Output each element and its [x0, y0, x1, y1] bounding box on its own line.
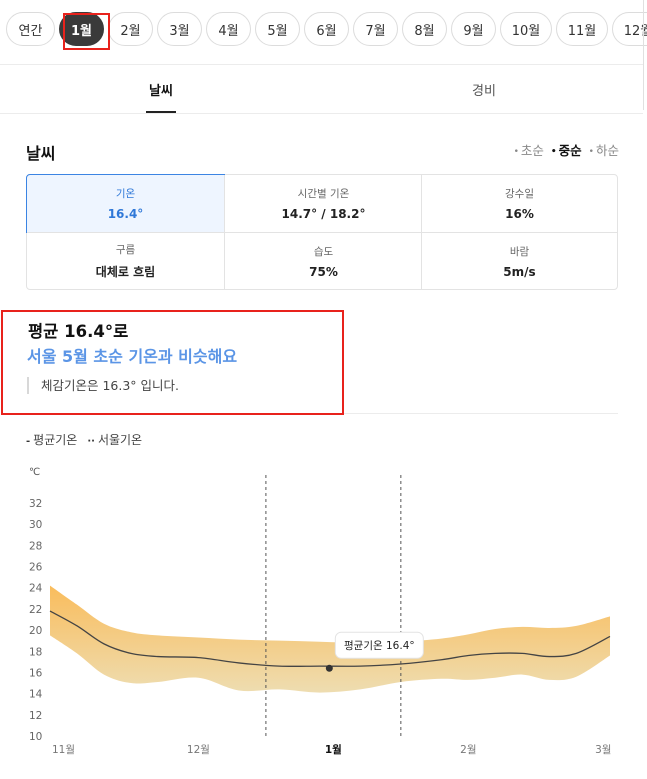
- stat-temp-value: 16.4°: [107, 207, 144, 221]
- summary-title: 평균 16.4°로: [28, 322, 129, 341]
- y-tick-label: 30: [29, 519, 42, 531]
- month-pill-4[interactable]: 4월: [206, 12, 251, 46]
- month-pill-3[interactable]: 3월: [157, 12, 202, 46]
- period-late[interactable]: • 하순: [589, 140, 619, 159]
- period-selector: • 초순 • 중순 • 하순: [514, 140, 619, 159]
- stat-hourly-label: 시간별 기온: [297, 188, 350, 200]
- month-pill-12[interactable]: 12월: [612, 12, 647, 46]
- bullet-icon: •: [550, 146, 557, 157]
- section-divider: [344, 413, 618, 414]
- y-tick-label: 18: [29, 646, 42, 658]
- feels-like-text: 체감기온은 16.3° 입니다.: [27, 377, 179, 394]
- stat-wind[interactable]: 바람 5m/s: [422, 233, 617, 289]
- y-tick-label: 14: [29, 689, 43, 701]
- tooltip-text: 평균기온 16.4°: [344, 640, 415, 652]
- legend-avg: - 평균기온: [26, 431, 77, 448]
- stat-rain-days-value: 16%: [505, 207, 534, 221]
- x-tick-label: 2월: [460, 744, 476, 756]
- stat-wind-label: 바람: [509, 245, 530, 258]
- month-pill-9[interactable]: 9월: [451, 12, 496, 46]
- y-tick-label: 28: [29, 540, 42, 552]
- stat-wind-value: 5m/s: [503, 264, 536, 279]
- y-tick-label: 26: [29, 562, 43, 574]
- temperature-range-band: [50, 585, 610, 693]
- stat-cloud-label: 구름: [115, 244, 136, 256]
- stat-rain-days[interactable]: 강수일 16%: [422, 175, 617, 232]
- y-tick-label: 10: [29, 731, 42, 743]
- tab-weather[interactable]: 날씨: [131, 65, 191, 113]
- dotted-line-icon: ··: [87, 436, 95, 447]
- period-mid-label: 중순: [558, 143, 582, 158]
- x-tick-label: 11월: [52, 744, 75, 756]
- stat-humidity-label: 습도: [313, 245, 334, 258]
- solid-line-icon: -: [26, 436, 31, 447]
- month-pill-7[interactable]: 7월: [353, 12, 398, 46]
- y-tick-label: 22: [29, 604, 42, 616]
- month-pill-2[interactable]: 2월: [108, 12, 153, 46]
- month-pill-1[interactable]: 1월: [59, 12, 104, 46]
- legend-seoul: ·· 서울기온: [87, 431, 142, 448]
- legend-seoul-label: 서울기온: [97, 433, 143, 447]
- y-tick-label: 20: [29, 625, 42, 637]
- y-tick-label: 12: [29, 710, 42, 722]
- y-tick-label: 32: [29, 498, 42, 510]
- month-selector: 연간1월2월3월4월5월6월7월8월9월10월11월12월: [6, 12, 647, 48]
- stat-cloud[interactable]: 구름 대체로 흐림: [27, 233, 224, 289]
- x-tick-label: 3월: [595, 744, 611, 756]
- x-tick-label: 12월: [187, 744, 210, 756]
- selected-point: [325, 664, 333, 672]
- tab-active-indicator: [146, 111, 176, 113]
- stat-humidity[interactable]: 습도 75%: [225, 233, 422, 289]
- month-pill-6[interactable]: 6월: [304, 12, 349, 46]
- month-pill-10[interactable]: 10월: [500, 12, 552, 46]
- stat-cloud-value: 대체로 흐림: [95, 265, 156, 279]
- x-tick-label: 1월: [325, 743, 342, 756]
- legend-avg-label: 평균기온: [33, 433, 78, 447]
- period-early-label: 초순: [520, 143, 544, 158]
- panel-edge: [643, 0, 644, 110]
- y-unit-label: ℃: [29, 467, 40, 478]
- bullet-icon: •: [588, 146, 594, 157]
- stat-temp-label: 기온: [115, 188, 136, 200]
- temperature-chart: ℃ 10 12 14 16 18 20 22 24 26 28 30 32 평균기온 16.4° 11월 12…: [29, 467, 611, 756]
- stat-hourly-value: 14.7° / 18.2°: [281, 207, 366, 221]
- month-pill-11[interactable]: 11월: [556, 12, 608, 46]
- stat-humidity-value: 75%: [309, 264, 338, 279]
- weather-stats-grid: 기온 16.4° 시간별 기온 14.7° / 18.2° 강수일 16% 구름…: [26, 174, 618, 290]
- summary-subtitle: 서울 5월 초순 기온과 비슷해요: [27, 347, 238, 366]
- month-pill-0[interactable]: 연간: [6, 12, 55, 46]
- stat-hourly[interactable]: 시간별 기온 14.7° / 18.2°: [225, 175, 422, 232]
- month-pill-5[interactable]: 5월: [255, 12, 300, 46]
- chart-legend: - 평균기온 ·· 서울기온: [26, 431, 142, 448]
- stat-temp[interactable]: 기온 16.4°: [26, 174, 225, 233]
- bullet-icon: •: [513, 146, 519, 157]
- tab-bar: 날씨 경비: [0, 64, 643, 114]
- stat-rain-days-label: 강수일: [505, 188, 534, 200]
- period-mid[interactable]: • 중순: [551, 140, 582, 159]
- period-early[interactable]: • 초순: [514, 140, 544, 159]
- section-title: 날씨: [26, 144, 56, 163]
- tab-cost[interactable]: 경비: [454, 65, 514, 113]
- y-tick-label: 24: [29, 583, 43, 595]
- y-tick-label: 16: [29, 667, 43, 679]
- grid-divider: [27, 232, 617, 233]
- period-late-label: 하순: [595, 143, 619, 158]
- month-pill-8[interactable]: 8월: [402, 12, 447, 46]
